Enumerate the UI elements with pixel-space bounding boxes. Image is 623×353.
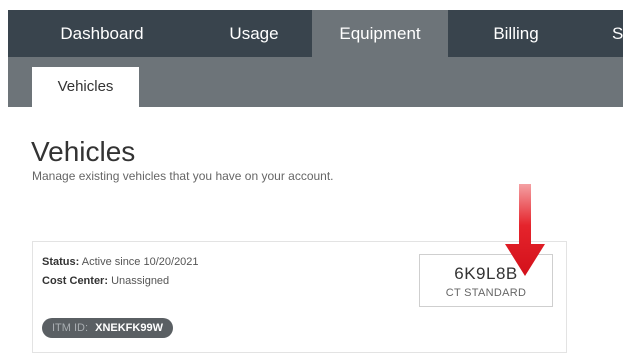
top-navigation: Dashboard Usage Equipment Billing S	[8, 10, 623, 57]
cost-center-value: Unassigned	[111, 275, 170, 287]
itm-id-value: XNEKFK99W	[95, 322, 163, 334]
tab-equipment[interactable]: Equipment	[312, 10, 448, 57]
status-row: Status: Active since 10/20/2021	[42, 256, 199, 268]
cost-center-label: Cost Center:	[42, 275, 109, 287]
tab-dashboard[interactable]: Dashboard	[8, 10, 196, 57]
vehicle-card[interactable]: Status: Active since 10/20/2021 Cost Cen…	[32, 241, 567, 353]
status-value: Active since 10/20/2021	[81, 256, 199, 268]
subtab-vehicles[interactable]: Vehicles	[32, 67, 139, 107]
tab-truncated[interactable]: S	[612, 10, 623, 57]
tab-billing[interactable]: Billing	[448, 10, 584, 57]
page-title: Vehicles	[31, 136, 136, 167]
itm-id-label: ITM ID:	[52, 322, 89, 334]
sub-navigation: Vehicles	[8, 57, 623, 107]
plate-type: CT STANDARD	[445, 287, 527, 299]
red-down-arrow-icon	[505, 184, 545, 276]
cost-center-row: Cost Center: Unassigned	[42, 275, 169, 287]
page-subtitle: Manage existing vehicles that you have o…	[32, 169, 334, 183]
tab-usage[interactable]: Usage	[196, 10, 312, 57]
status-label: Status:	[42, 256, 80, 268]
itm-id-badge: ITM ID: XNEKFK99W	[42, 318, 173, 338]
